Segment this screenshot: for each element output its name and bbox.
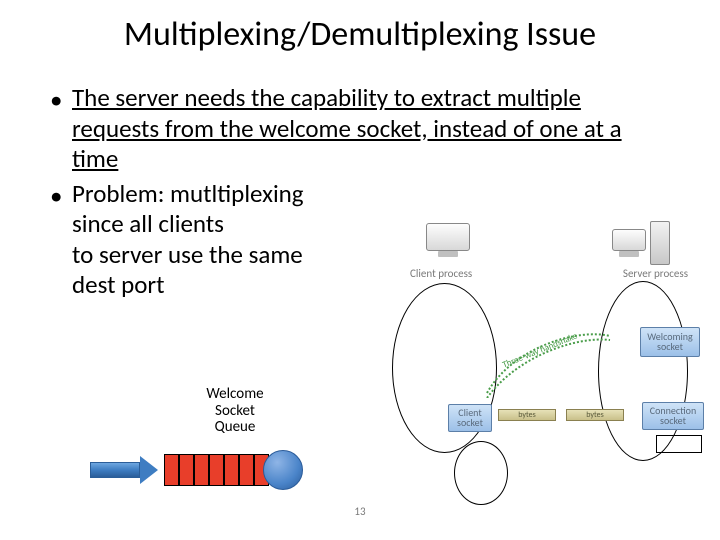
bullet-1-text: The server needs the capability to extra… [72,83,670,175]
bullet-2-line-2: since all clients [72,208,224,239]
bytes-label-2: bytes [566,409,624,421]
queue-cells [164,454,269,486]
lower-ellipse [454,441,508,505]
client-server-diagram: Client process Server process Welcoming … [390,223,700,508]
client-computer-icon [422,223,474,265]
queue-diagram [90,450,303,490]
bytes-label-1: bytes [498,409,556,421]
queue-label-l1: Welcome [206,385,263,403]
client-process-label: Client process [410,267,472,280]
queue-label-l2: Socket [215,402,255,420]
outline-rect [656,435,702,453]
queue-label: Welcome Socket Queue [190,386,280,436]
queue-label-l3: Queue [215,418,256,436]
welcoming-socket-box: Welcoming socket [640,327,700,357]
queue-output-icon [263,450,303,490]
arrow-in-icon [90,456,158,484]
bullet-2-line-3: to server use the same [72,239,303,270]
slide-title: Multiplexing/Demultiplexing Issue [0,0,720,55]
bullet-1: • The server needs the capability to ext… [50,83,670,175]
handshake-path-icon [482,318,612,398]
connection-socket-box: Connection socket [642,402,704,430]
bullet-dot-icon: • [50,83,72,116]
server-computer-icon [618,223,670,265]
page-number: 13 [0,505,720,518]
bullet-dot-icon: • [50,179,72,212]
client-socket-box: Client socket [448,404,492,432]
bullet-2-line-1: Problem: mutltiplexing [72,178,304,209]
bullet-2-line-4: dest port [72,269,165,300]
server-process-label: Server process [623,267,688,280]
